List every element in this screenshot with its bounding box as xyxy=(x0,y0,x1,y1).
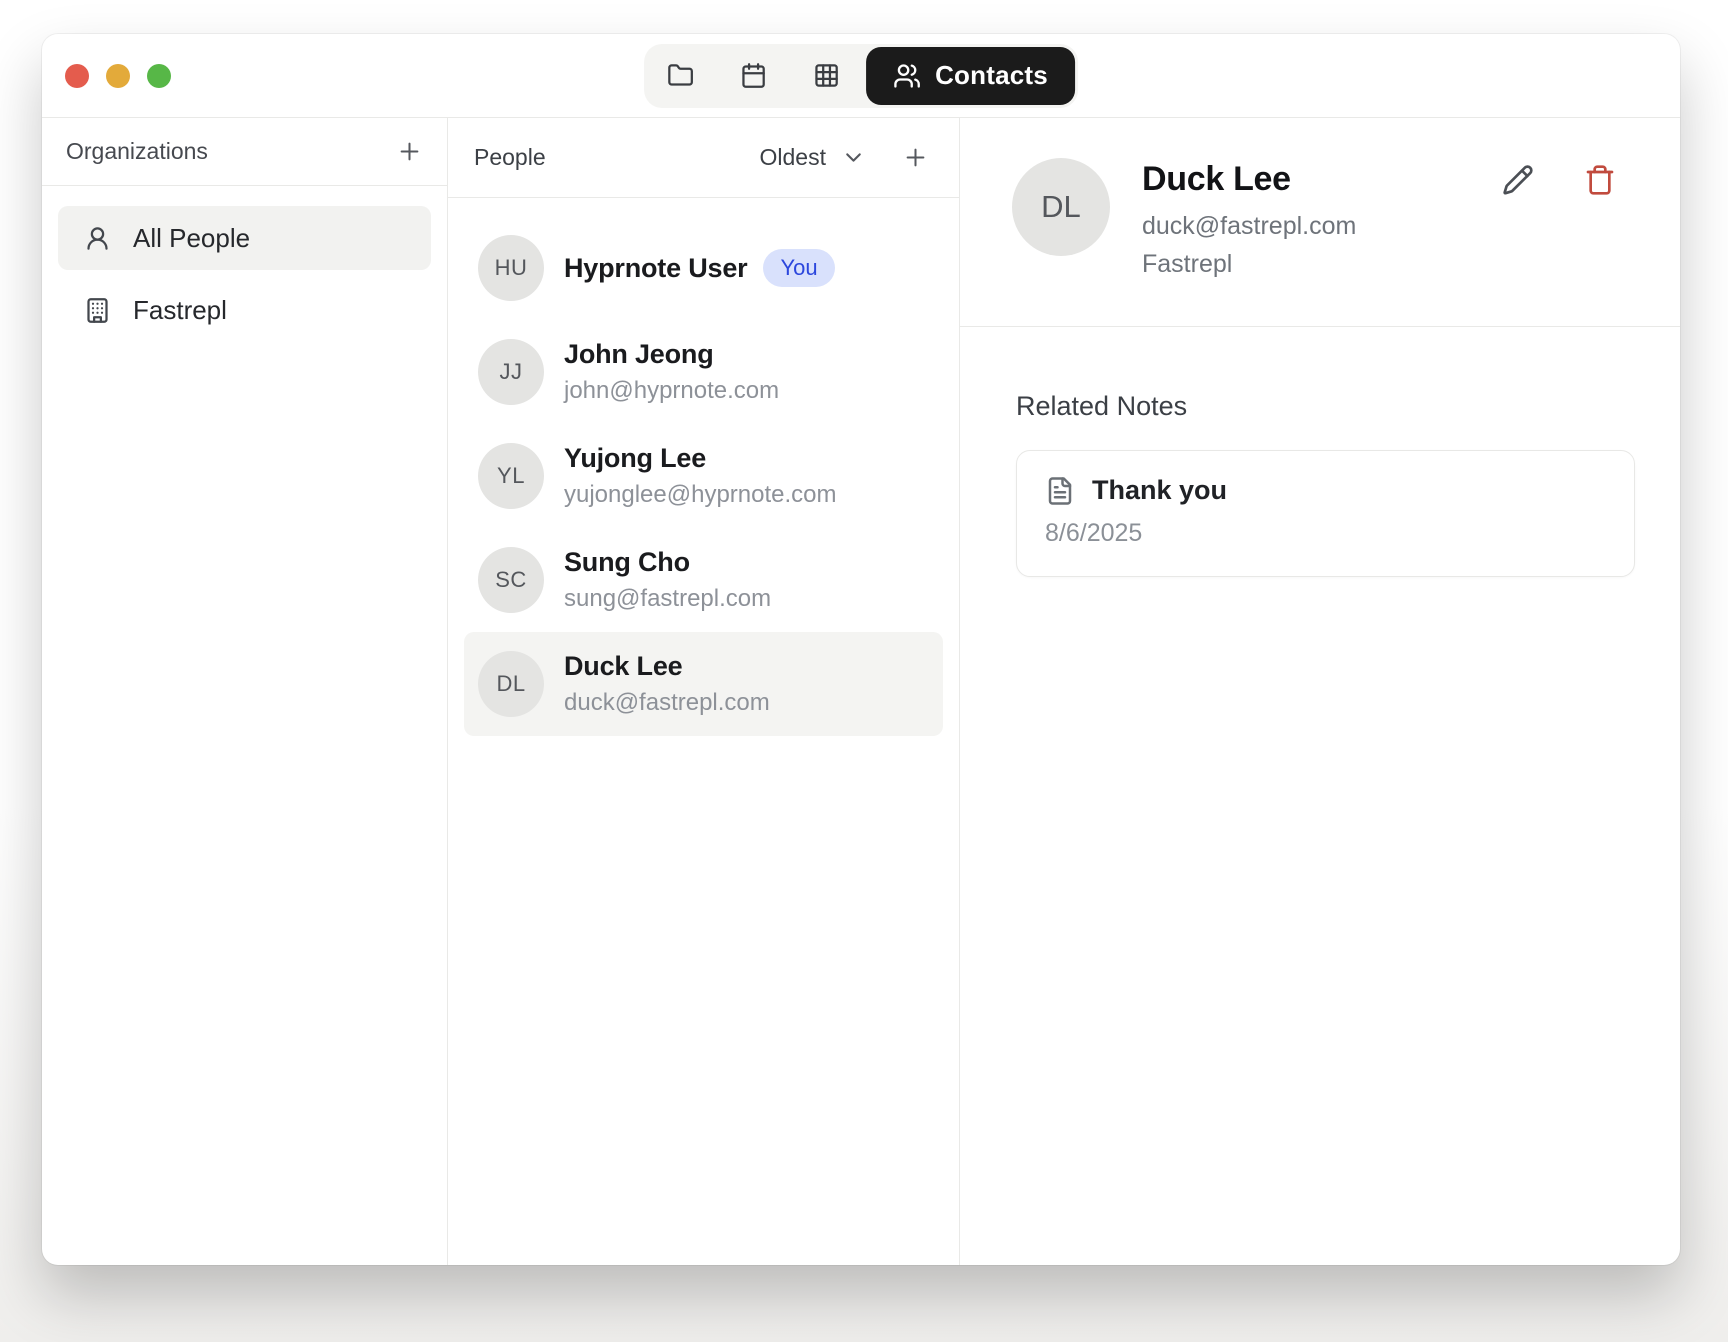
users-icon xyxy=(893,62,921,90)
contact-name: Yujong Lee xyxy=(564,443,837,474)
contact-name: Duck Lee xyxy=(564,651,770,682)
calendar-icon xyxy=(740,62,767,89)
organizations-list: All People Fastrepl xyxy=(42,186,447,362)
document-icon xyxy=(1045,476,1075,506)
contact-detail-email: duck@fastrepl.com xyxy=(1142,212,1356,241)
contact-text: Sung Cho sung@fastrepl.com xyxy=(564,547,771,613)
contact-detail-panel: DL Duck Lee duck@fastrepl.com Fastrepl xyxy=(960,118,1680,1265)
table-icon xyxy=(813,62,840,89)
people-list: HU Hyprnote User You JJ John Jeong john@… xyxy=(448,198,959,754)
trash-icon xyxy=(1584,164,1616,196)
contact-actions xyxy=(1502,164,1616,196)
avatar: YL xyxy=(478,443,544,509)
note-date: 8/6/2025 xyxy=(1045,519,1606,548)
titlebar: Contacts xyxy=(42,34,1680,118)
building-icon xyxy=(84,297,111,324)
contact-email: john@hyprnote.com xyxy=(564,377,779,405)
sort-dropdown[interactable]: Oldest xyxy=(754,143,872,172)
close-button[interactable] xyxy=(65,64,89,88)
tab-notes[interactable] xyxy=(644,44,717,108)
person-icon xyxy=(84,225,111,252)
traffic-lights xyxy=(65,34,171,117)
folder-icon xyxy=(667,62,694,89)
contact-detail-text: Duck Lee duck@fastrepl.com Fastrepl xyxy=(1142,158,1356,326)
contact-email: yujonglee@hyprnote.com xyxy=(564,481,837,509)
people-header: People Oldest xyxy=(448,118,959,198)
desktop-background: Contacts Organizations xyxy=(0,0,1728,1342)
delete-contact-button[interactable] xyxy=(1584,164,1616,196)
contact-text: Duck Lee duck@fastrepl.com xyxy=(564,651,770,717)
contact-detail-body: Related Notes Thank you 8/6/2025 xyxy=(960,327,1680,577)
plus-icon xyxy=(396,138,423,165)
people-panel: People Oldest HU xyxy=(448,118,960,1265)
tab-calendar[interactable] xyxy=(717,44,790,108)
sidebar-item-all-people[interactable]: All People xyxy=(58,206,431,270)
sidebar-item-label: All People xyxy=(133,223,250,254)
sidebar-item-fastrepl[interactable]: Fastrepl xyxy=(58,278,431,342)
contact-name: John Jeong xyxy=(564,339,779,370)
contact-row-john-jeong[interactable]: JJ John Jeong john@hyprnote.com xyxy=(464,320,943,424)
tab-contacts[interactable]: Contacts xyxy=(866,47,1075,105)
avatar: HU xyxy=(478,235,544,301)
contact-row-sung-cho[interactable]: SC Sung Cho sung@fastrepl.com xyxy=(464,528,943,632)
sort-value: Oldest xyxy=(760,144,826,171)
edit-contact-button[interactable] xyxy=(1502,164,1534,196)
you-badge: You xyxy=(763,249,834,287)
contact-text: Yujong Lee yujonglee@hyprnote.com xyxy=(564,443,837,509)
contact-email: sung@fastrepl.com xyxy=(564,585,771,613)
plus-icon xyxy=(902,144,929,171)
contact-email: duck@fastrepl.com xyxy=(564,689,770,717)
contact-text: John Jeong john@hyprnote.com xyxy=(564,339,779,405)
avatar: DL xyxy=(478,651,544,717)
contact-name-row: Hyprnote User You xyxy=(564,249,835,287)
zoom-button[interactable] xyxy=(147,64,171,88)
avatar: JJ xyxy=(478,339,544,405)
minimize-button[interactable] xyxy=(106,64,130,88)
contact-name: Hyprnote User xyxy=(564,253,747,284)
main-content: Organizations All People xyxy=(42,118,1680,1265)
avatar: SC xyxy=(478,547,544,613)
organizations-sidebar: Organizations All People xyxy=(42,118,448,1265)
sidebar-item-label: Fastrepl xyxy=(133,295,227,326)
organizations-title: Organizations xyxy=(66,138,208,165)
related-notes-title: Related Notes xyxy=(1016,391,1635,422)
organizations-header: Organizations xyxy=(42,118,447,186)
view-switcher: Contacts xyxy=(644,44,1078,108)
note-card[interactable]: Thank you 8/6/2025 xyxy=(1016,450,1635,577)
contact-detail-header: DL Duck Lee duck@fastrepl.com Fastrepl xyxy=(960,118,1680,327)
contact-name: Sung Cho xyxy=(564,547,771,578)
pencil-icon xyxy=(1502,164,1534,196)
avatar: DL xyxy=(1012,158,1110,256)
add-person-button[interactable] xyxy=(902,144,929,171)
add-organization-button[interactable] xyxy=(396,138,423,165)
contact-detail-name: Duck Lee xyxy=(1142,160,1356,199)
note-title: Thank you xyxy=(1092,475,1227,506)
contact-row-yujong-lee[interactable]: YL Yujong Lee yujonglee@hyprnote.com xyxy=(464,424,943,528)
tab-contacts-label: Contacts xyxy=(935,60,1048,91)
tab-table[interactable] xyxy=(790,44,863,108)
chevron-down-icon xyxy=(841,145,866,170)
contact-row-hyprnote-user[interactable]: HU Hyprnote User You xyxy=(464,216,943,320)
contact-detail-organization: Fastrepl xyxy=(1142,250,1356,279)
note-title-row: Thank you xyxy=(1045,475,1606,506)
app-window: Contacts Organizations xyxy=(42,34,1680,1265)
contact-row-duck-lee[interactable]: DL Duck Lee duck@fastrepl.com xyxy=(464,632,943,736)
people-title: People xyxy=(474,144,754,171)
